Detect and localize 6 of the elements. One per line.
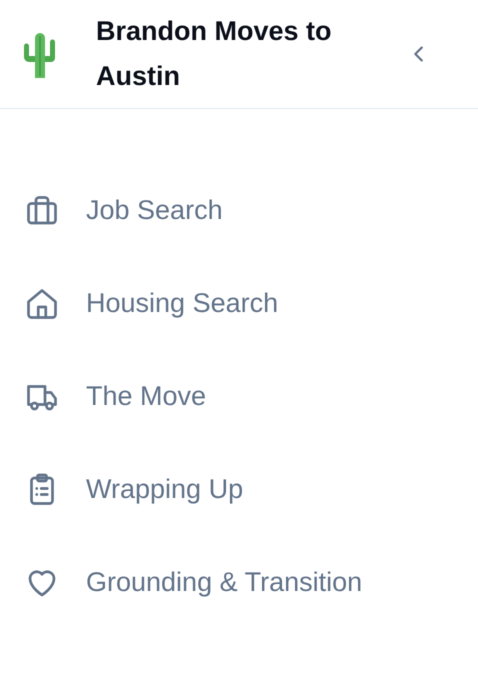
nav-item[interactable]: Wrapping Up	[0, 443, 250, 536]
nav-item[interactable]: Job Search	[0, 164, 229, 257]
nav-item[interactable]: Grounding & Transition	[0, 536, 368, 629]
nav-item[interactable]: The Move	[0, 350, 212, 443]
nav-item[interactable]: Housing Search	[0, 257, 284, 350]
board-title: Brandon Moves to Austin	[96, 15, 333, 93]
